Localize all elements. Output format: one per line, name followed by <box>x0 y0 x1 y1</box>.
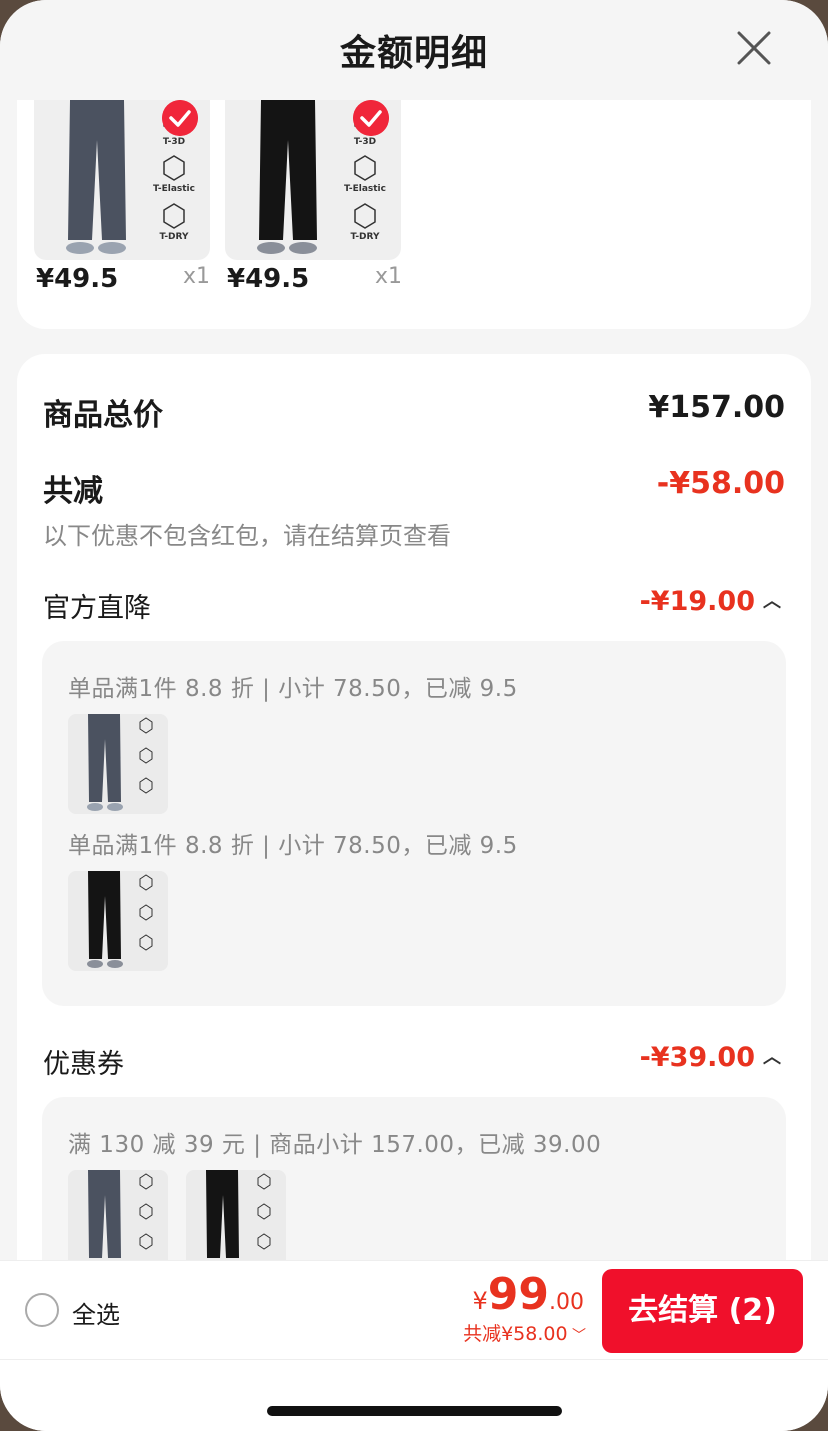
close-icon[interactable] <box>734 28 774 68</box>
discount-rule-text: 单品满1件 8.8 折 | 小计 78.50，已减 9.5 <box>68 833 518 859</box>
checkout-button[interactable]: 去结算 (2) <box>602 1269 803 1353</box>
svg-text:T-DRY: T-DRY <box>351 232 380 242</box>
total-price: ¥99.00 <box>472 1269 584 1320</box>
discount-note: 以下优惠不包含红包，请在结算页查看 <box>43 522 451 550</box>
coupon-value: -¥39.00 <box>639 1042 755 1073</box>
product-thumbnail <box>186 1170 286 1270</box>
page-title: 金额明细 <box>339 33 488 74</box>
chevron-down-icon: ﹀ <box>567 1328 586 1344</box>
discount-rule-text: 单品满1件 8.8 折 | 小计 78.50，已减 9.5 <box>68 676 518 702</box>
product-thumbnail <box>68 1170 168 1270</box>
svg-text:T-3D: T-3D <box>354 137 376 147</box>
divider <box>0 1359 828 1360</box>
total-label: 商品总价 <box>43 398 163 433</box>
screen: 金额明细 T-3D T-Elastic T-DRY ¥49.5 x1 T-3D … <box>0 0 828 1431</box>
reduce-value: -¥58.00 <box>656 466 785 501</box>
svg-text:T-Elastic: T-Elastic <box>344 184 386 194</box>
coupon-toggle[interactable]: -¥39.00 ︿ <box>640 1042 781 1073</box>
checkmark-icon[interactable] <box>353 100 389 136</box>
product-image[interactable]: T-3D T-Elastic T-DRY <box>34 100 210 260</box>
official-discount-toggle[interactable]: -¥19.00 ︿ <box>640 586 781 617</box>
total-integer: 99 <box>487 1269 549 1320</box>
home-indicator[interactable] <box>267 1406 562 1416</box>
chevron-up-icon: ︿ <box>763 591 781 612</box>
svg-text:T-3D: T-3D <box>163 137 185 147</box>
product-thumbnail <box>68 871 168 971</box>
product-price: ¥49.5 <box>36 264 119 294</box>
total-decimal: .00 <box>549 1290 584 1315</box>
product-qty: x1 <box>183 264 211 289</box>
product-image[interactable]: T-3D T-Elastic T-DRY <box>225 100 401 260</box>
header: 金额明细 <box>0 0 828 100</box>
product-qty: x1 <box>375 264 403 289</box>
coupon-label: 优惠券 <box>43 1049 124 1080</box>
chevron-up-icon: ︿ <box>763 1047 781 1068</box>
price-breakdown-card: 商品总价 ¥157.00 共减 -¥58.00 以下优惠不包含红包，请在结算页查… <box>17 354 811 1397</box>
reduce-label: 共减 <box>43 474 103 509</box>
saved-amount: 共减¥58.00 <box>463 1323 568 1345</box>
select-all-radio[interactable] <box>25 1293 59 1327</box>
svg-text:T-DRY: T-DRY <box>160 232 189 242</box>
official-discount-label: 官方直降 <box>43 593 151 624</box>
currency-symbol: ¥ <box>472 1287 488 1315</box>
product-price: ¥49.5 <box>227 264 310 294</box>
coupon-rule-text: 满 130 减 39 元 | 商品小计 157.00，已减 39.00 <box>68 1132 602 1158</box>
select-all-label[interactable]: 全选 <box>72 1295 120 1330</box>
saved-amount-toggle[interactable]: 共减¥58.00 ﹀ <box>463 1319 586 1346</box>
svg-text:T-Elastic: T-Elastic <box>153 184 195 194</box>
checkout-bar: 全选 ¥99.00 共减¥58.00 ﹀ 去结算 (2) <box>0 1260 828 1431</box>
checkmark-icon[interactable] <box>162 100 198 136</box>
official-discount-details: 单品满1件 8.8 折 | 小计 78.50，已减 9.5 单品满1件 8.8 … <box>42 641 786 1006</box>
official-discount-value: -¥19.00 <box>639 586 755 617</box>
product-thumbnail <box>68 714 168 814</box>
product-card: T-3D T-Elastic T-DRY ¥49.5 x1 T-3D T-Ela… <box>17 100 811 329</box>
total-value: ¥157.00 <box>648 390 785 425</box>
